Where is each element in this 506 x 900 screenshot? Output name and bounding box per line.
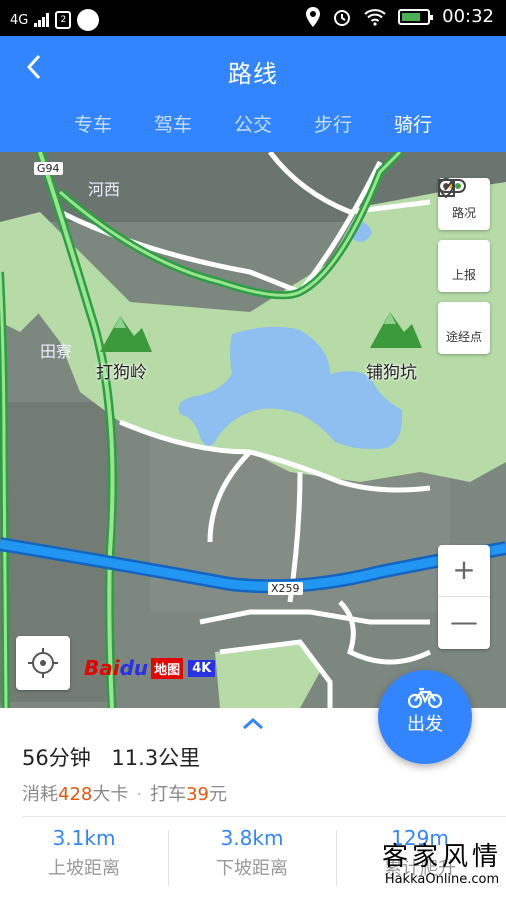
- app-icon: [77, 9, 100, 31]
- waypoint-label: 途经点: [445, 330, 482, 344]
- start-label: 出发: [407, 714, 443, 735]
- highway-label: G94: [34, 162, 63, 175]
- map-label-village: 田寮: [40, 342, 73, 361]
- stat-value: 3.1km: [52, 826, 116, 850]
- report-edit-icon: [438, 179, 490, 266]
- waypoint-button[interactable]: 途经点: [438, 178, 490, 354]
- chevron-up-icon[interactable]: [241, 716, 265, 730]
- locate-button[interactable]: [16, 636, 70, 690]
- location-icon: [306, 6, 321, 27]
- uphill-stat: 3.1km 上坡距离: [0, 824, 168, 894]
- route-cost-line: 消耗428大卡 · 打车39元: [22, 780, 227, 806]
- tab-car-hailing[interactable]: 专车: [53, 110, 133, 144]
- calorie-unit: 大卡: [92, 784, 129, 805]
- battery-icon: [398, 8, 434, 25]
- zoom-control: + —: [438, 545, 490, 649]
- taxi-fare-value: 39: [186, 784, 209, 805]
- baidu-map-logo: Bai du 地图 4K: [84, 656, 216, 680]
- sim-slot-number: 2: [60, 15, 67, 25]
- divider: [22, 816, 506, 817]
- watermark-url: HakkaOnline.com: [384, 872, 500, 887]
- stat-label: 下坡距离: [216, 858, 288, 879]
- tab-driving[interactable]: 驾车: [133, 110, 213, 144]
- zoom-in-button[interactable]: +: [438, 545, 490, 597]
- logo-du: du: [119, 656, 149, 680]
- route-header: 路线 专车 驾车 公交 步行 骑行: [0, 36, 506, 152]
- map-label-peak: 打狗岭: [96, 363, 147, 383]
- route-summary: 56分钟 11.3公里: [22, 742, 200, 772]
- bicycle-icon: [378, 670, 472, 710]
- wifi-icon: [364, 8, 386, 26]
- calorie-prefix: 消耗: [22, 784, 58, 805]
- locate-target-icon: [28, 648, 58, 678]
- route-duration: 56分钟: [22, 746, 91, 770]
- separator-dot: ·: [136, 784, 143, 805]
- status-right: 00:32: [306, 6, 494, 27]
- traffic-label: 路况: [451, 206, 476, 220]
- watermark-chinese: 客家风情: [381, 842, 502, 872]
- report-button[interactable]: 上报: [438, 179, 490, 292]
- start-navigation-button[interactable]: 出发: [378, 670, 472, 764]
- network-type: 4G: [10, 12, 29, 28]
- transport-tabs: 专车 驾车 公交 步行 骑行: [0, 110, 506, 144]
- alarm-icon: [334, 9, 351, 26]
- taxi-prefix: 打车: [150, 784, 187, 805]
- expressway-label: X259: [268, 582, 303, 595]
- clock: 00:32: [442, 6, 494, 27]
- map-controls: 路况 上报 途经点: [438, 178, 490, 364]
- route-distance: 11.3公里: [111, 746, 201, 770]
- watermark: 客家风情 HakkaOnline.com: [378, 842, 506, 887]
- downhill-stat: 3.8km 下坡距离: [168, 824, 336, 894]
- calorie-value: 428: [58, 784, 93, 805]
- report-label: 上报: [451, 268, 476, 282]
- logo-bai: Bai: [84, 656, 120, 680]
- sim-icon: 2: [55, 11, 72, 29]
- tab-transit[interactable]: 公交: [213, 110, 293, 144]
- status-left: 4G 2: [10, 9, 100, 31]
- taxi-fare-unit: 元: [209, 784, 227, 805]
- waypoint-pin-icon: [438, 178, 490, 328]
- status-bar: 4G 2 00:32: [0, 0, 506, 36]
- stat-label: 上坡距离: [48, 858, 120, 879]
- map-canvas: [0, 152, 506, 708]
- tab-walking[interactable]: 步行: [293, 110, 373, 144]
- map-view[interactable]: G94 X259 河西 田寮 打狗岭 铺狗坑 路况 上报 途经点 + — Bai…: [0, 152, 506, 708]
- stat-value: 3.8km: [220, 826, 284, 850]
- zoom-out-button[interactable]: —: [438, 597, 490, 649]
- map-label-district: 河西: [88, 180, 121, 199]
- signal-icon: [34, 13, 50, 27]
- map-label-peak: 铺狗坑: [366, 363, 417, 383]
- tab-cycling[interactable]: 骑行: [373, 110, 453, 144]
- page-title: 路线: [228, 60, 278, 88]
- logo-ditu: 地图: [151, 657, 184, 679]
- logo-4k-badge: 4K: [188, 659, 216, 677]
